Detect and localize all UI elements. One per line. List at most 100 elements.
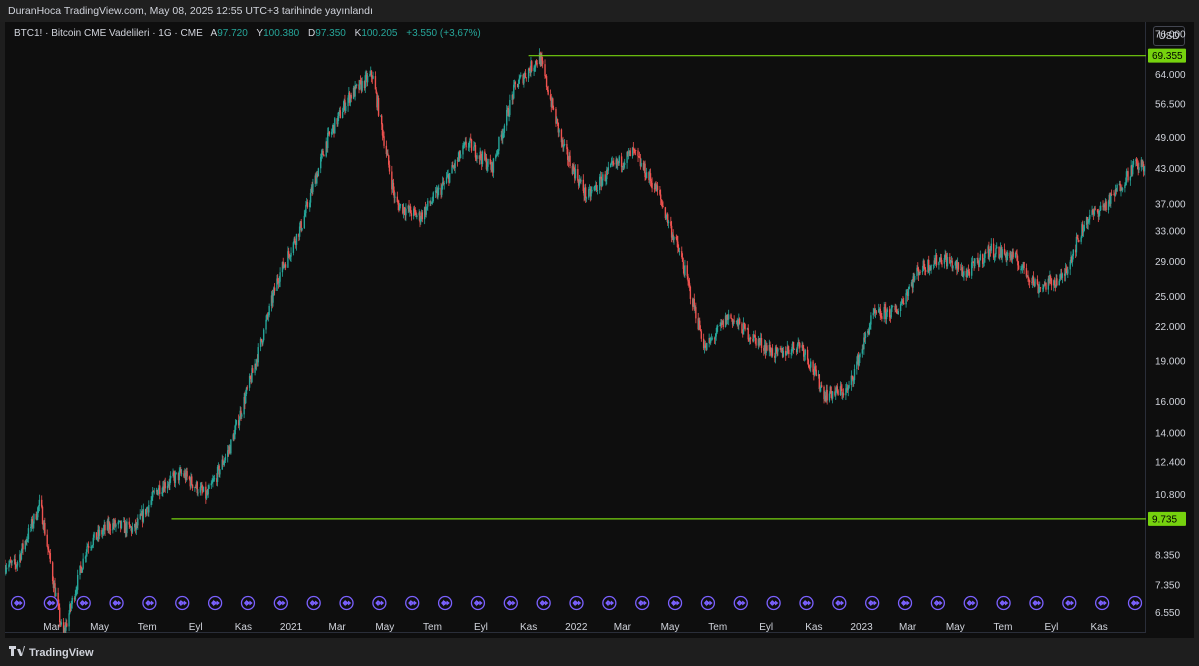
- event-marker-glyph: [868, 599, 877, 607]
- candle-body: [1110, 194, 1113, 196]
- candle-body: [191, 476, 193, 485]
- candle-body: [427, 200, 429, 207]
- event-marker-icon[interactable]: [503, 595, 518, 611]
- candle-body: [481, 151, 484, 165]
- event-marker-glyph: [605, 599, 615, 607]
- event-marker-icon[interactable]: [1029, 595, 1044, 611]
- candle: [706, 342, 708, 351]
- candle-body: [410, 213, 413, 217]
- candle-body: [268, 305, 270, 316]
- candle-body: [235, 420, 238, 425]
- candle-body: [1116, 184, 1118, 192]
- event-marker-icon[interactable]: [536, 595, 551, 611]
- x-tick-label: Tem: [423, 622, 442, 633]
- candle-body: [569, 155, 571, 167]
- event-marker-glyph: [1032, 599, 1042, 607]
- candle-body: [634, 150, 637, 151]
- event-marker-icon[interactable]: [437, 595, 453, 611]
- candle: [208, 483, 210, 490]
- event-marker-icon[interactable]: [372, 595, 387, 611]
- event-marker-icon[interactable]: [700, 595, 716, 611]
- candle-body: [421, 212, 424, 220]
- event-marker-icon[interactable]: [930, 595, 946, 611]
- event-marker-icon[interactable]: [175, 595, 190, 611]
- candle-body: [524, 72, 527, 78]
- candle-body: [826, 389, 828, 401]
- event-marker-icon[interactable]: [76, 595, 91, 611]
- y-tick-label: 43.000: [1155, 164, 1186, 175]
- x-tick-label: Tem: [708, 622, 727, 633]
- candle-body: [602, 174, 604, 181]
- event-marker-icon[interactable]: [207, 595, 223, 611]
- candle-body: [68, 613, 70, 627]
- candle-body: [157, 489, 159, 495]
- candle-body: [1089, 214, 1091, 220]
- tradingview-logo[interactable]: TradingView: [9, 646, 94, 659]
- event-marker-icon[interactable]: [832, 595, 847, 611]
- candle-body: [22, 543, 24, 550]
- event-marker-icon[interactable]: [667, 595, 683, 611]
- candle-body: [290, 252, 292, 257]
- candle-body: [985, 252, 987, 254]
- event-marker-icon[interactable]: [470, 595, 486, 611]
- event-marker-icon[interactable]: [897, 595, 913, 611]
- chart-panel[interactable]: Mar May Tem Eyl Kas 2021 Mar May Tem Eyl Kas 2022 Ma…: [4, 22, 1194, 638]
- candle-body: [252, 368, 254, 373]
- candle-body: [700, 331, 703, 339]
- candle: [689, 285, 692, 305]
- candle-body: [137, 518, 139, 526]
- event-marker-icon[interactable]: [996, 595, 1011, 611]
- candle-body: [366, 75, 369, 83]
- candle-body: [897, 311, 899, 315]
- candle-body: [443, 182, 445, 185]
- event-marker-icon[interactable]: [766, 595, 781, 611]
- event-marker-icon[interactable]: [43, 595, 59, 611]
- x-tick-label: Kas: [520, 622, 537, 633]
- event-marker-icon[interactable]: [405, 595, 420, 611]
- event-marker-icon[interactable]: [1127, 595, 1143, 611]
- candle-body: [131, 527, 134, 533]
- candle-body: [957, 262, 960, 270]
- event-marker-icon[interactable]: [339, 595, 354, 611]
- candle-body: [355, 84, 358, 86]
- event-marker-icon[interactable]: [142, 595, 157, 611]
- candle-body: [853, 369, 856, 381]
- candle-body: [930, 265, 932, 271]
- candle-body: [262, 329, 265, 341]
- event-marker-icon[interactable]: [733, 595, 748, 611]
- candle: [1099, 201, 1102, 212]
- candle-body: [640, 162, 642, 167]
- candle-body: [238, 419, 241, 426]
- ohlc-legend: BTC1! · Bitcoin CME Vadelileri · 1G · CM…: [14, 28, 487, 39]
- event-marker-glyph: [933, 599, 943, 607]
- event-marker-icon[interactable]: [963, 595, 978, 611]
- candle-body: [46, 534, 48, 547]
- event-marker-icon[interactable]: [865, 595, 880, 611]
- event-marker-icon[interactable]: [273, 595, 288, 611]
- candle-body: [509, 100, 511, 116]
- event-marker-icon[interactable]: [1094, 595, 1110, 611]
- candle-body: [1045, 282, 1047, 290]
- event-marker-icon[interactable]: [306, 595, 321, 611]
- event-marker-icon[interactable]: [569, 595, 584, 611]
- candle-body: [792, 341, 795, 350]
- plot-area[interactable]: Mar May Tem Eyl Kas 2021 Mar May Tem Eyl Kas 2022 Ma…: [4, 22, 1146, 637]
- candle-body: [213, 478, 216, 480]
- symbol-label[interactable]: BTC1! · Bitcoin CME Vadelileri · 1G · CM…: [14, 28, 203, 39]
- event-marker-icon[interactable]: [240, 595, 256, 611]
- event-marker-glyph: [703, 599, 713, 607]
- event-marker-icon[interactable]: [799, 595, 814, 611]
- candle-body: [345, 106, 347, 111]
- price-chart[interactable]: Mar May Tem Eyl Kas 2021 Mar May Tem Eyl Kas 2022 Ma…: [4, 22, 1146, 637]
- candle-body: [241, 414, 243, 417]
- event-marker-icon[interactable]: [635, 595, 650, 611]
- price-axis[interactable]: 76.000 64.000 56.500 49.000 43.000 37.000 33.0…: [1146, 22, 1194, 633]
- event-marker-icon[interactable]: [602, 595, 617, 611]
- candle-body: [837, 390, 839, 395]
- x-tick-label: Kas: [1090, 622, 1107, 633]
- event-marker-icon[interactable]: [1062, 595, 1077, 611]
- candle-body: [339, 110, 341, 118]
- event-marker-icon[interactable]: [10, 595, 26, 611]
- event-marker-icon[interactable]: [109, 595, 124, 611]
- y-tick-label: 19.000: [1155, 357, 1186, 368]
